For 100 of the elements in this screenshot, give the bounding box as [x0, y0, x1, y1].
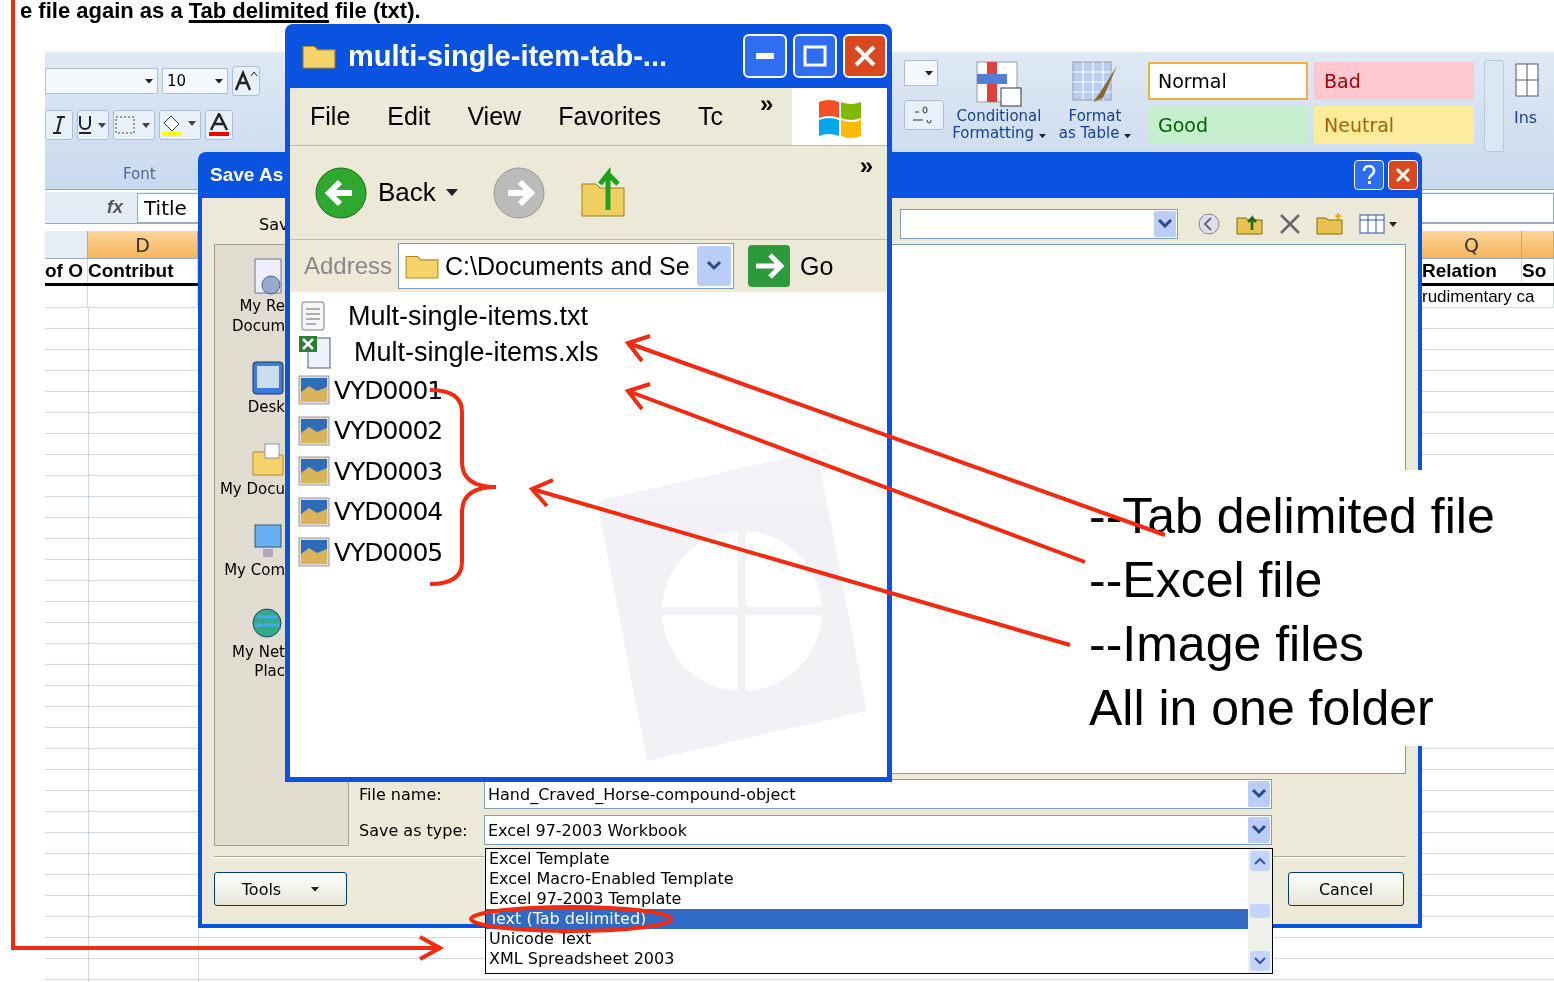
- place-label[interactable]: My Docu: [219, 479, 285, 499]
- cell-style-option[interactable]: Good: [1148, 106, 1308, 144]
- conditional-formatting-button[interactable]: Conditional Formatting: [952, 60, 1046, 143]
- caret-icon: [145, 78, 153, 84]
- spreadsheet-file-icon: [298, 334, 334, 370]
- annotation-text: --Image files: [1089, 615, 1366, 674]
- font-color-button[interactable]: [205, 110, 233, 140]
- caret-icon: [311, 886, 320, 892]
- help-button[interactable]: [1354, 160, 1384, 190]
- chevron-down-icon: [706, 260, 723, 272]
- font-name-field[interactable]: [45, 68, 158, 94]
- image-file-icon: [298, 496, 330, 527]
- chevron-down-icon: [1157, 218, 1173, 230]
- close-button[interactable]: [1388, 160, 1418, 190]
- cell-style-option[interactable]: Neutral: [1314, 106, 1474, 144]
- maximize-button[interactable]: [793, 34, 837, 78]
- text-document-icon: [298, 300, 328, 332]
- fill-color-button[interactable]: [159, 110, 201, 140]
- function-label[interactable]: fx: [107, 197, 131, 218]
- decrease-decimal-button[interactable]: [904, 100, 944, 130]
- new-folder-icon[interactable]: [1315, 212, 1344, 236]
- folder-entry[interactable]: Mult-single-items.xls: [298, 334, 599, 370]
- caret-icon: [1038, 134, 1046, 139]
- toolbar-overflow[interactable]: »: [859, 152, 873, 180]
- cell-style-option[interactable]: Normal: [1148, 62, 1308, 100]
- insert-cells-icon: [1514, 60, 1542, 100]
- folder-entry[interactable]: VYD0005: [298, 532, 443, 573]
- cell-style-option[interactable]: Bad: [1314, 62, 1474, 100]
- menu-item[interactable]: View: [467, 102, 522, 131]
- font-grow-icon: [234, 70, 258, 92]
- maximize-icon: [803, 45, 827, 67]
- tools-button[interactable]: Tools: [214, 872, 347, 906]
- save-in-dropdown[interactable]: [900, 209, 1178, 239]
- desktop-icon: [251, 358, 285, 398]
- table-cell: So: [1522, 259, 1554, 283]
- place-label[interactable]: My Re Docum: [231, 297, 285, 336]
- chevron-down-icon: [1251, 788, 1267, 800]
- folder-entry[interactable]: Mult-single-items.txt: [298, 298, 589, 334]
- caret-icon: [215, 78, 223, 84]
- annotation-text: --Excel file: [1089, 551, 1324, 610]
- menu-item[interactable]: Tc: [697, 102, 723, 131]
- minimize-button[interactable]: [743, 34, 787, 78]
- column-header[interactable]: Q: [1422, 231, 1522, 258]
- gallery-scrollbar[interactable]: [1484, 60, 1504, 152]
- views-icon[interactable]: [1358, 213, 1399, 235]
- close-icon: [1395, 167, 1411, 183]
- file-name-field[interactable]: Hand_Craved_Horse-compound-object: [484, 779, 1272, 809]
- folder-entry[interactable]: VYD0002: [298, 410, 443, 451]
- close-icon: [853, 44, 877, 68]
- image-file-icon: [298, 537, 330, 568]
- address-label: Address: [304, 252, 393, 280]
- cancel-button[interactable]: Cancel: [1288, 872, 1404, 906]
- group-label: Font: [123, 165, 156, 183]
- save-as-type-dropdown[interactable]: Excel 97-2003 Workbook: [484, 815, 1272, 845]
- menu-item[interactable]: File: [310, 102, 351, 131]
- scroll-thumb[interactable]: [1250, 904, 1270, 918]
- format-as-table-button[interactable]: Format as Table: [1054, 60, 1136, 143]
- image-file-icon: [298, 415, 330, 446]
- caret-icon: [925, 70, 933, 76]
- folder-entry[interactable]: VYD0003: [298, 451, 443, 492]
- go-button[interactable]: Go: [748, 245, 834, 287]
- up-folder-icon[interactable]: [579, 165, 628, 220]
- minimize-icon: [756, 53, 774, 59]
- close-button[interactable]: [843, 34, 887, 78]
- back-button[interactable]: Back: [314, 165, 458, 220]
- annotation-text: All in one folder: [1089, 679, 1435, 738]
- place-label[interactable]: My Com: [224, 561, 285, 581]
- address-field[interactable]: C:\Documents and Se: [398, 243, 735, 289]
- folder-entry[interactable]: VYD0001: [298, 370, 443, 411]
- font-color-icon: [208, 113, 230, 137]
- font-size-field[interactable]: 10: [162, 68, 228, 94]
- help-icon: [1362, 165, 1376, 185]
- table-cell: of O: [45, 259, 88, 283]
- insert-button[interactable]: Ins: [1514, 60, 1554, 127]
- image-file-icon: [298, 456, 330, 487]
- chevron-down-icon: [1251, 824, 1267, 836]
- menu-item[interactable]: Favorites: [558, 102, 661, 131]
- folder-entry[interactable]: VYD0004: [298, 491, 443, 532]
- place-label[interactable]: Desk: [247, 398, 285, 418]
- italic-icon: [52, 116, 66, 134]
- scrollbar[interactable]: [1248, 849, 1272, 973]
- number-format-field[interactable]: [904, 60, 938, 86]
- recent-documents-icon: [251, 257, 285, 297]
- window-title: Save As: [210, 164, 284, 186]
- window-title: multi-single-item-tab-...: [348, 39, 667, 73]
- delete-icon[interactable]: [1279, 213, 1301, 235]
- back-icon[interactable]: [1197, 212, 1222, 236]
- underline-icon: [78, 115, 108, 135]
- menu-overflow[interactable]: »: [759, 90, 774, 118]
- grow-font-button[interactable]: [232, 66, 260, 96]
- menu-item[interactable]: Edit: [387, 102, 431, 131]
- italic-button[interactable]: [45, 110, 73, 140]
- conditional-formatting-icon: [975, 60, 1023, 108]
- place-label[interactable]: My Net Plac: [232, 642, 285, 682]
- field-label: File name:: [359, 784, 443, 804]
- image-file-icon: [298, 375, 330, 406]
- column-header[interactable]: D: [88, 231, 198, 258]
- underline-button[interactable]: [77, 110, 109, 140]
- slide-heading: e file again as a Tab delimited file (txt).: [20, 0, 421, 22]
- caret-icon: [1124, 134, 1132, 139]
